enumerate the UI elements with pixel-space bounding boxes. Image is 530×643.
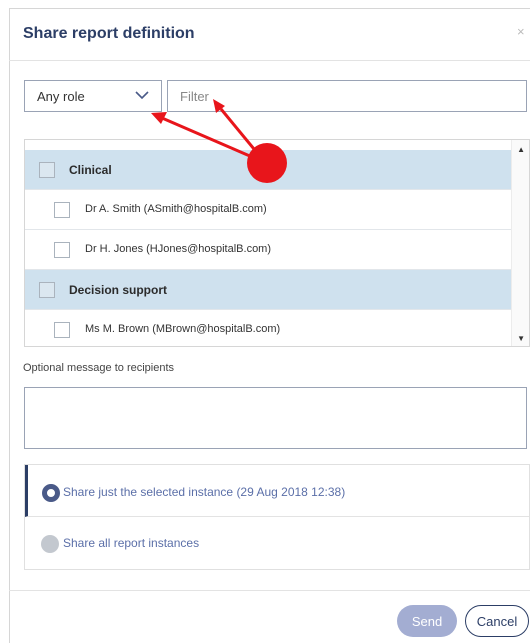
share-option-label: Share all report instances (63, 536, 200, 550)
recipient-checkbox[interactable] (54, 322, 70, 338)
recipient-checkbox[interactable] (54, 242, 70, 258)
share-options: Share just the selected instance (29 Aug… (24, 464, 530, 570)
chevron-down-icon (135, 91, 149, 100)
share-option-label: Share just the selected instance (29 Aug… (63, 485, 346, 499)
header-divider (9, 60, 530, 61)
cancel-button[interactable]: Cancel (465, 605, 529, 637)
group-row-decision-support[interactable]: Decision support (25, 270, 513, 310)
message-textarea[interactable] (24, 387, 527, 449)
scrollbar[interactable]: ▲ ▼ (511, 140, 529, 346)
recipient-label: Dr H. Jones (HJones@hospitalB.com) (85, 243, 272, 255)
scroll-down-icon[interactable]: ▼ (517, 334, 525, 343)
message-label: Optional message to recipients (23, 362, 175, 374)
recipient-label: Dr A. Smith (ASmith@hospitalB.com) (85, 203, 267, 215)
role-select[interactable]: Any role (24, 80, 162, 112)
footer-divider (9, 590, 530, 591)
share-option-selected-instance[interactable]: Share just the selected instance (29 Aug… (25, 465, 529, 517)
role-select-value: Any role (37, 89, 85, 104)
group-label: Clinical (69, 163, 112, 177)
recipient-checkbox[interactable] (54, 202, 70, 218)
group-label: Decision support (69, 283, 168, 297)
recipient-row[interactable]: Dr A. Smith (ASmith@hospitalB.com) (25, 190, 513, 230)
group-checkbox[interactable] (39, 282, 55, 298)
recipient-label: Ms M. Brown (MBrown@hospitalB.com) (85, 323, 281, 335)
group-row-clinical[interactable]: Clinical (25, 150, 513, 190)
send-button[interactable]: Send (397, 605, 457, 637)
recipient-list[interactable]: Clinical Dr A. Smith (ASmith@hospitalB.c… (24, 139, 530, 347)
group-checkbox[interactable] (39, 162, 55, 178)
recipient-row[interactable]: Dr H. Jones (HJones@hospitalB.com) (25, 230, 513, 270)
scroll-up-icon[interactable]: ▲ (517, 145, 525, 154)
close-icon[interactable]: × (517, 24, 525, 39)
recipient-row[interactable]: Ms M. Brown (MBrown@hospitalB.com) (25, 310, 513, 346)
radio-unselected-icon[interactable] (41, 535, 59, 553)
dialog-title: Share report definition (23, 25, 195, 42)
radio-selected-icon[interactable] (42, 484, 60, 502)
share-option-all-instances[interactable]: Share all report instances (25, 517, 529, 569)
filter-input[interactable] (167, 80, 527, 112)
